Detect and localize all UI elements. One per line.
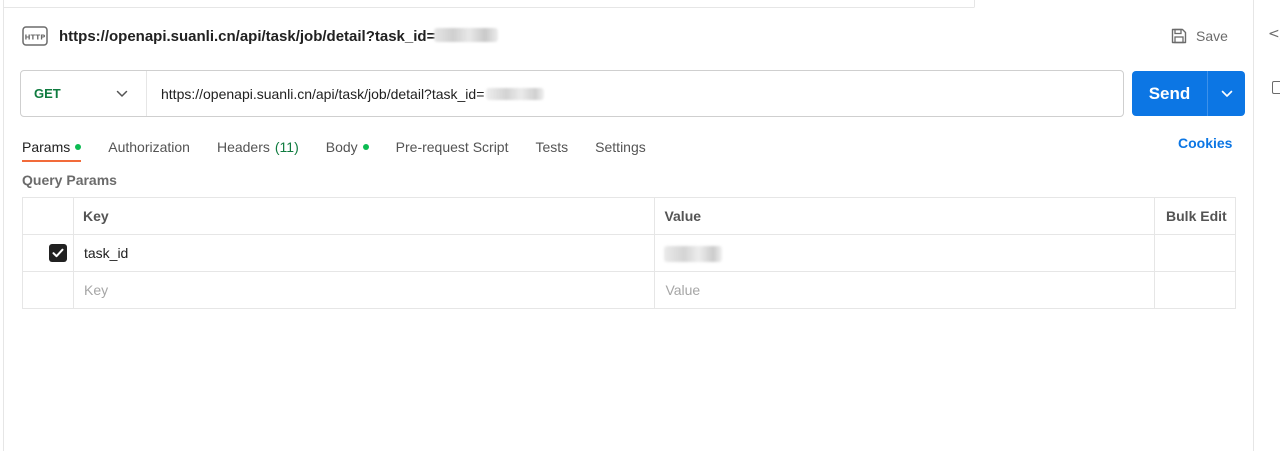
code-icon[interactable]: </ xyxy=(1268,26,1280,42)
tab-tests[interactable]: Tests xyxy=(535,133,568,161)
right-sidebar-rail xyxy=(1253,0,1280,451)
value-column-header: Value xyxy=(654,197,1156,235)
save-label: Save xyxy=(1196,28,1228,44)
send-button-group: Send xyxy=(1132,71,1245,116)
request-header: HTTP https://openapi.suanli.cn/api/task/… xyxy=(22,22,1242,50)
tab-label: Body xyxy=(325,139,358,155)
active-request-tab[interactable] xyxy=(974,0,1258,8)
checkbox-column-header xyxy=(22,197,74,235)
redacted-task-id xyxy=(664,245,723,262)
tab-body[interactable]: Body xyxy=(326,133,369,161)
document-icon[interactable] xyxy=(1272,81,1280,94)
param-description-cell[interactable] xyxy=(1154,234,1236,272)
table-row: Key Value xyxy=(22,271,1236,309)
status-dot xyxy=(75,144,82,150)
param-value[interactable] xyxy=(654,234,1156,272)
tab-label: Settings xyxy=(595,139,646,155)
param-checkbox[interactable] xyxy=(49,244,67,262)
save-icon xyxy=(1171,28,1187,44)
headers-count: (11) xyxy=(274,139,299,155)
table-row: task_id xyxy=(22,234,1236,272)
save-button[interactable]: Save xyxy=(1170,24,1228,48)
tab-label: Pre-request Script xyxy=(395,139,509,155)
tab-params[interactable]: Params xyxy=(22,133,82,162)
redacted-task-id xyxy=(434,28,498,42)
tab-pre-request-script[interactable]: Pre-request Script xyxy=(396,133,509,161)
send-button[interactable]: Send xyxy=(1132,71,1208,116)
request-tab-strip xyxy=(4,0,1258,8)
method-select[interactable]: GET xyxy=(21,71,147,116)
tab-label: Tests xyxy=(535,139,569,155)
key-column-header: Key xyxy=(72,197,656,235)
table-header-row: Key Value Bulk Edit xyxy=(22,197,1236,235)
checkbox-cell xyxy=(22,271,74,309)
checkmark-icon xyxy=(52,248,64,258)
new-value-input[interactable]: Value xyxy=(654,271,1156,309)
new-description-cell[interactable] xyxy=(1154,271,1236,309)
method-label: GET xyxy=(34,86,61,101)
status-dot xyxy=(362,144,369,150)
request-title[interactable]: https://openapi.suanli.cn/api/task/job/d… xyxy=(59,28,435,45)
bulk-edit-button[interactable]: Bulk Edit xyxy=(1154,197,1236,235)
param-key[interactable]: task_id xyxy=(72,234,656,272)
chevron-down-icon xyxy=(1221,90,1232,97)
query-params-title: Query Params xyxy=(22,172,117,188)
url-input[interactable]: https://openapi.suanli.cn/api/task/job/d… xyxy=(147,71,1123,116)
request-tabs: Params Authorization Headers (11) Body P… xyxy=(22,133,673,163)
new-key-input[interactable]: Key xyxy=(72,271,656,309)
url-bar: GET https://openapi.suanli.cn/api/task/j… xyxy=(20,70,1124,117)
checkbox-cell xyxy=(22,234,74,272)
query-params-table: Key Value Bulk Edit task_id Key Value xyxy=(22,197,1236,309)
cookies-link[interactable]: Cookies xyxy=(1178,135,1232,151)
chevron-down-icon xyxy=(116,90,128,97)
redacted-task-id xyxy=(486,87,545,100)
tab-authorization[interactable]: Authorization xyxy=(108,133,190,161)
svg-text:HTTP: HTTP xyxy=(25,34,46,42)
http-icon: HTTP xyxy=(22,26,48,46)
tab-settings[interactable]: Settings xyxy=(595,133,646,161)
tab-headers[interactable]: Headers (11) xyxy=(217,133,299,161)
left-panel-edge xyxy=(0,0,4,451)
send-options-dropdown[interactable] xyxy=(1208,71,1245,116)
url-text: https://openapi.suanli.cn/api/task/job/d… xyxy=(161,85,485,102)
tab-label: Headers xyxy=(216,139,270,155)
tab-label: Params xyxy=(22,139,71,155)
tab-label: Authorization xyxy=(108,139,190,155)
